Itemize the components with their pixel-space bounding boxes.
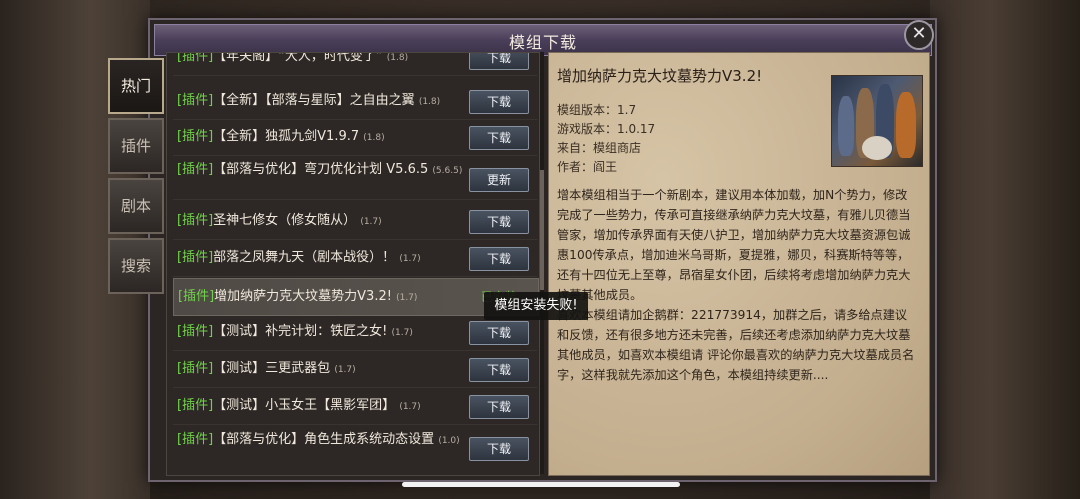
detail-title: 增加纳萨力克大坟墓势力V3.2! xyxy=(557,67,763,85)
tab-hot[interactable]: 热门 xyxy=(108,58,164,114)
list-item[interactable]: [插件]【部落与优化】弯刀优化计划 V5.6.5 (5.6.5) 更新 xyxy=(173,159,537,200)
mod-version: 模组版本：1.7 xyxy=(557,103,637,117)
background-right xyxy=(930,0,1080,499)
download-button[interactable]: 下载 xyxy=(469,126,529,150)
mod-title: [插件]【测试】补完计划：铁匠之女! (1.7) xyxy=(177,324,413,339)
mod-title: [插件]增加纳萨力克大坟墓势力V3.2! (1.7) xyxy=(178,289,418,304)
download-button[interactable]: 下载 xyxy=(469,210,529,234)
mod-title: [插件]【全新】独孤九剑V1.9.7 (1.8) xyxy=(177,129,385,144)
download-button[interactable]: 下载 xyxy=(469,395,529,419)
home-indicator[interactable] xyxy=(402,482,680,487)
mod-title: [插件]部落之凤舞九天（剧本战役）！ (1.7) xyxy=(177,250,421,265)
mod-title: [插件]【部落与优化】弯刀优化计划 V5.6.5 (5.6.5) xyxy=(177,162,463,177)
download-button[interactable]: 下载 xyxy=(469,437,529,461)
error-toast: 模组安装失败! xyxy=(484,292,588,320)
download-button[interactable]: 下载 xyxy=(469,90,529,114)
list-item[interactable]: [插件]【测试】小玉女王【黑影军团】 (1.7) 下载 xyxy=(173,388,537,425)
mod-detail-panel: 增加纳萨力克大坟墓势力V3.2! 模组版本：1.7 游戏版本：1.0.17 来自… xyxy=(548,52,930,476)
list-item[interactable]: [插件]部落之凤舞九天（剧本战役）！ (1.7) 下载 xyxy=(173,240,537,277)
category-tabs: 热门 插件 剧本 搜索 xyxy=(108,58,164,298)
mod-title: [插件]圣神七修女（修女随从） (1.7) xyxy=(177,213,382,228)
download-button[interactable]: 下载 xyxy=(469,358,529,382)
mod-list: [插件]【年关阁】“大人，时代变了” (1.8) 下载 [插件]【全新】【部落与… xyxy=(166,52,540,476)
list-item[interactable]: [插件]【全新】【部落与星际】之自由之翼 (1.8) 下载 xyxy=(173,83,537,120)
download-button[interactable]: 下载 xyxy=(469,321,529,345)
tab-script[interactable]: 剧本 xyxy=(108,178,164,234)
list-item[interactable]: [插件]【年关阁】“大人，时代变了” (1.8) 下载 xyxy=(173,52,537,76)
window-title: 模组下载 xyxy=(508,33,577,52)
mod-title: [插件]【测试】三更武器包 (1.7) xyxy=(177,361,356,376)
list-item[interactable]: [插件]【全新】独孤九剑V1.9.7 (1.8) 下载 xyxy=(173,119,537,156)
close-icon[interactable]: ✕ xyxy=(904,20,934,50)
tab-plugin[interactable]: 插件 xyxy=(108,118,164,174)
download-button[interactable]: 下载 xyxy=(469,247,529,271)
detail-description: 增本模组相当于一个新剧本，建议用本体加载，加N个势力，修改完成了一些势力，传承可… xyxy=(557,188,915,382)
download-button[interactable]: 下载 xyxy=(469,53,529,70)
mod-title: [插件]【部落与优化】角色生成系统动态设置 (1.0) xyxy=(177,432,460,447)
source: 来自：模组商店 xyxy=(557,141,642,155)
update-button[interactable]: 更新 xyxy=(469,168,529,192)
mod-title: [插件]【年关阁】“大人，时代变了” (1.8) xyxy=(177,52,409,64)
game-version: 游戏版本：1.0.17 xyxy=(557,122,656,136)
list-item[interactable]: [插件]【部落与优化】角色生成系统动态设置 (1.0) 下载 xyxy=(173,427,537,469)
list-item[interactable]: [插件]【测试】补完计划：铁匠之女! (1.7) 下载 xyxy=(173,314,537,351)
list-scrollbar[interactable] xyxy=(540,52,544,474)
mod-cover-image xyxy=(831,75,923,167)
mod-title: [插件]【全新】【部落与星际】之自由之翼 (1.8) xyxy=(177,93,441,108)
mod-title: [插件]【测试】小玉女王【黑影军团】 (1.7) xyxy=(177,398,421,413)
scroll-thumb[interactable] xyxy=(540,170,544,290)
author: 作者：阎王 xyxy=(557,160,618,174)
list-item[interactable]: [插件]【测试】三更武器包 (1.7) 下载 xyxy=(173,351,537,388)
tab-search[interactable]: 搜索 xyxy=(108,238,164,294)
list-item[interactable]: [插件]圣神七修女（修女随从） (1.7) 下载 xyxy=(173,203,537,240)
